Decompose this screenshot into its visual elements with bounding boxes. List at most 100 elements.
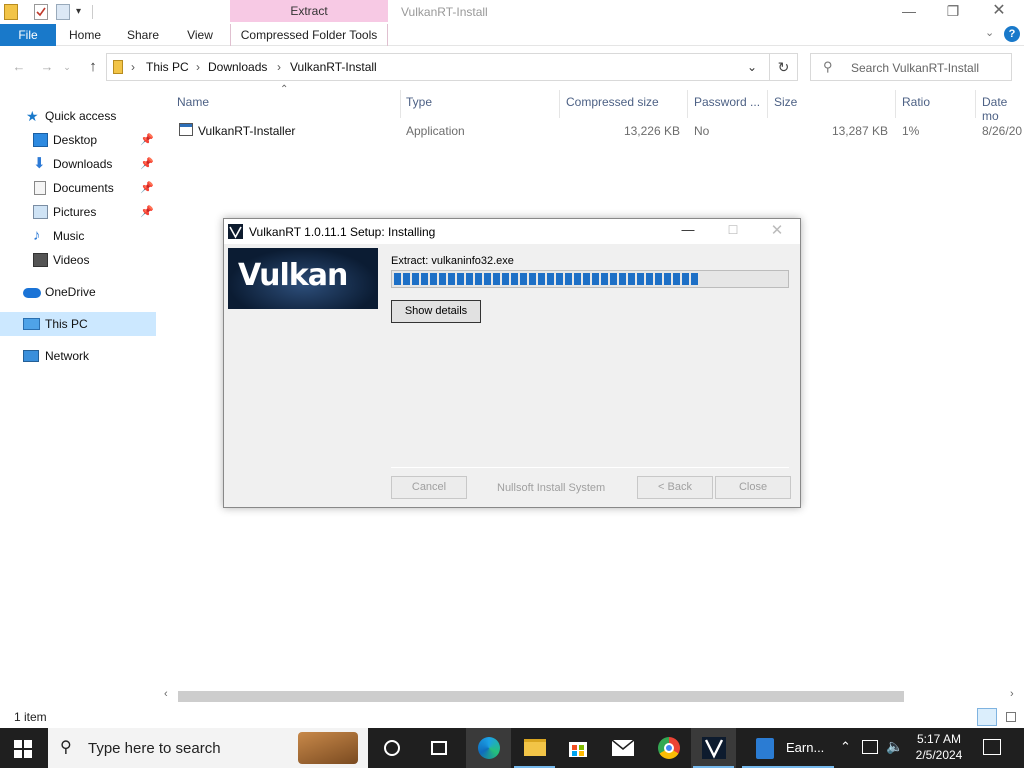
notifications-icon[interactable] [983,739,1001,755]
ribbon-expand-icon[interactable]: ⌄ [985,26,994,39]
close-dialog-button: Close [715,476,791,499]
pin-icon: 📌 [140,206,154,218]
up-arrow-icon[interactable]: ↑ [84,58,102,76]
breadcrumb-this-pc[interactable]: This PC [146,60,189,74]
nav-label: This PC [45,317,88,331]
windows-start-icon[interactable] [14,740,32,758]
properties-icon[interactable] [34,4,48,20]
nsis-branding: Nullsoft Install System [497,482,606,494]
nav-quick-access[interactable]: ★ Quick access [0,104,156,128]
quick-access-dropdown-icon[interactable]: ▾ [76,4,86,20]
nav-item-onedrive[interactable]: OneDrive [0,280,156,304]
cortana-icon[interactable] [370,728,415,768]
details-view-icon[interactable] [977,708,997,726]
nav-item-this-pc[interactable]: This PC [0,312,156,336]
file-size: 13,287 KB [831,124,888,138]
column-header-password[interactable]: Password ... [694,95,760,109]
item-count: 1 item [14,710,47,724]
dialog-close-button: ✕ [770,222,784,239]
nav-label: Music [53,229,85,243]
refresh-button[interactable]: ↻ [770,53,798,81]
search-box[interactable]: ⚲ Search VulkanRT-Install [810,53,1012,81]
chevron-down-icon[interactable]: ⌄ [747,60,757,74]
tab-view[interactable]: View [178,24,222,46]
edge-browser-icon[interactable] [466,728,511,768]
breadcrumb-downloads[interactable]: Downloads [208,60,267,74]
download-arrow-icon: ⬇ [33,155,46,172]
search-highlight-image-icon [298,732,358,764]
nav-label: Downloads [53,157,113,171]
volume-muted-icon[interactable]: 🔈 [886,738,903,755]
nav-item-pictures[interactable]: Pictures 📌 [0,200,156,224]
clock[interactable]: 5:17 AM 2/5/2024 [910,731,968,763]
help-icon[interactable]: ? [1004,26,1020,42]
column-header-type[interactable]: Type [406,95,432,109]
film-icon [33,253,48,267]
nav-item-documents[interactable]: Documents 📌 [0,176,156,200]
nav-item-music[interactable]: ♪ Music [0,224,156,248]
horizontal-scrollbar[interactable]: ‹ › [160,688,1024,705]
close-button[interactable]: ✕ [976,0,1022,22]
column-header-name[interactable]: Name [177,95,209,109]
pin-icon: 📌 [140,134,154,146]
nav-item-videos[interactable]: Videos [0,248,156,272]
tray-overflow-icon[interactable]: ⌃ [840,739,851,755]
column-divider[interactable] [975,90,976,118]
file-explorer-icon[interactable] [512,728,557,768]
folder-zip-icon [4,4,18,20]
table-row[interactable]: VulkanRT-Installer Application 13,226 KB… [160,118,1024,142]
forward-arrow-icon[interactable]: → [38,58,56,76]
back-arrow-icon[interactable]: ← [10,58,28,76]
column-divider[interactable] [767,90,768,118]
nav-label: Network [45,349,90,363]
network-icon [23,350,39,362]
tab-compressed-folder-tools[interactable]: Compressed Folder Tools [230,24,388,46]
nav-label: Desktop [53,133,98,147]
taskbar-search-input[interactable]: Type here to search [88,740,221,757]
task-view-icon[interactable] [416,728,461,768]
tab-home[interactable]: Home [62,24,108,46]
dialog-minimize-button[interactable]: — [676,222,700,237]
address-bar[interactable]: › This PC › Downloads › VulkanRT-Install… [106,53,770,81]
column-divider[interactable] [687,90,688,118]
taskbar-search-box[interactable]: ⚲ Type here to search [48,728,368,768]
search-input[interactable]: Search VulkanRT-Install [851,61,979,75]
taskbar: ⚲ Type here to search Earn... ⌃ 🔈 5:17 A… [0,728,1024,768]
mail-icon[interactable] [601,728,646,768]
scroll-left-icon[interactable]: ‹ [164,688,168,700]
nav-item-desktop[interactable]: Desktop 📌 [0,128,156,152]
minimize-button[interactable]: — [886,0,932,22]
chrome-browser-icon[interactable] [646,728,691,768]
column-divider[interactable] [895,90,896,118]
wordpad-taskbar-button[interactable]: Earn... [740,728,836,768]
restore-button[interactable]: ❐ [930,0,976,22]
scrollbar-thumb[interactable] [178,691,904,702]
nav-item-network[interactable]: Network [0,344,156,368]
zip-folder-icon [113,60,123,74]
nav-label: Quick access [45,109,117,123]
tab-file[interactable]: File [0,24,56,46]
tab-share[interactable]: Share [120,24,166,46]
taskbar-app-label: Earn... [786,740,825,755]
show-details-button[interactable]: Show details [391,300,481,323]
column-divider[interactable] [400,90,401,118]
column-header-compressed-size[interactable]: Compressed size [566,95,659,109]
column-header-size[interactable]: Size [774,95,797,109]
pin-icon: 📌 [140,158,154,170]
new-folder-icon[interactable] [56,4,70,20]
title-bar: ▾ Extract VulkanRT-Install — ❐ ✕ [0,0,1024,24]
recent-locations-icon[interactable]: ⌄ [58,58,76,76]
column-divider[interactable] [559,90,560,118]
document-icon [34,181,46,195]
large-icons-view-icon[interactable] [1002,708,1020,726]
file-password: No [694,124,710,138]
microsoft-store-icon[interactable] [556,728,601,768]
breadcrumb-current[interactable]: VulkanRT-Install [290,60,377,74]
column-header-ratio[interactable]: Ratio [902,95,930,109]
network-tray-icon[interactable] [862,740,878,754]
scroll-right-icon[interactable]: › [1010,688,1014,700]
vulkan-installer-taskbar-icon[interactable] [691,728,736,768]
pin-icon: 📌 [140,182,154,194]
nav-item-downloads[interactable]: ⬇ Downloads 📌 [0,152,156,176]
banner-logo-text: Vulkan [238,258,348,293]
